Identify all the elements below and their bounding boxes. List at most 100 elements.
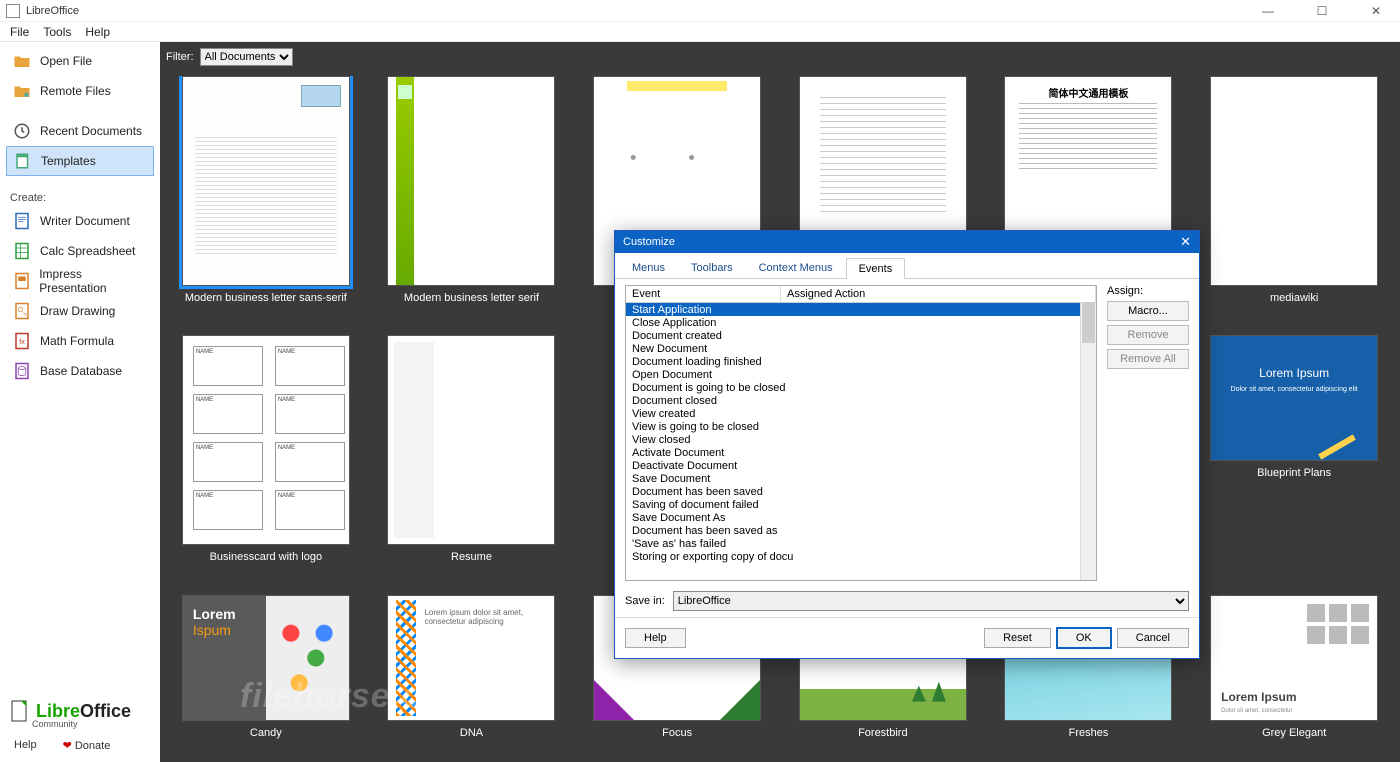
sidebar-item-label: Base Database [40, 364, 122, 378]
event-row[interactable]: Storing or exporting copy of docu [626, 550, 1080, 563]
event-row[interactable]: Save Document [626, 472, 1080, 485]
template-thumb: Lorem IpsumDolor sit amet, consectetur [1210, 595, 1378, 721]
sidebar-base[interactable]: Base Database [6, 356, 154, 386]
dialog-titlebar[interactable]: Customize ✕ [615, 231, 1199, 253]
assign-label: Assign: [1107, 285, 1189, 297]
filter-select[interactable]: All Documents [200, 48, 293, 66]
menu-help[interactable]: Help [85, 25, 110, 39]
help-button[interactable]: Help [625, 628, 686, 648]
event-row[interactable]: Saving of document failed [626, 498, 1080, 511]
sidebar-item-label: Calc Spreadsheet [40, 244, 135, 258]
window-controls: — ☐ ✕ [1250, 4, 1394, 18]
template-item[interactable]: Modern business letter sans-serif [176, 76, 356, 317]
save-in-label: Save in: [625, 595, 665, 607]
col-event[interactable]: Event [626, 286, 781, 302]
event-row[interactable]: 'Save as' has failed [626, 537, 1080, 550]
filter-label: Filter: [166, 51, 194, 63]
template-caption: Blueprint Plans [1257, 467, 1331, 479]
template-caption: Grey Elegant [1262, 727, 1326, 739]
create-label: Create: [6, 186, 154, 206]
template-thumb: LoremIspum [182, 595, 350, 721]
sidebar-item-label: Writer Document [40, 214, 130, 228]
sidebar: Open File Remote Files Recent Documents … [0, 42, 160, 762]
event-row[interactable]: Document closed [626, 394, 1080, 407]
heart-icon: ❤ [63, 740, 72, 752]
menu-file[interactable]: File [10, 25, 29, 39]
writer-icon [12, 211, 32, 231]
macro-button[interactable]: Macro... [1107, 301, 1189, 321]
events-table: Event Assigned Action Start ApplicationC… [625, 285, 1097, 581]
event-row[interactable]: Document loading finished [626, 355, 1080, 368]
titlebar: LibreOffice — ☐ ✕ [0, 0, 1400, 22]
dialog-title: Customize [623, 236, 675, 248]
event-row[interactable]: New Document [626, 342, 1080, 355]
event-row[interactable]: Document is going to be closed [626, 381, 1080, 394]
template-thumb: Lorem ipsum dolor sit amet, consectetur … [387, 595, 555, 721]
event-row[interactable]: Activate Document [626, 446, 1080, 459]
remove-button[interactable]: Remove [1107, 325, 1189, 345]
sidebar-math[interactable]: fx Math Formula [6, 326, 154, 356]
sidebar-open-file[interactable]: Open File [6, 46, 154, 76]
event-row[interactable]: Document created [626, 329, 1080, 342]
tab-events[interactable]: Events [846, 258, 906, 279]
sidebar-draw[interactable]: Draw Drawing [6, 296, 154, 326]
sidebar-item-label: Impress Presentation [39, 267, 148, 295]
event-row[interactable]: Close Application [626, 316, 1080, 329]
cancel-button[interactable]: Cancel [1117, 628, 1189, 648]
brand-prefix: Libre [36, 701, 80, 721]
template-caption: Modern business letter sans-serif [185, 292, 347, 304]
menubar: File Tools Help [0, 22, 1400, 42]
events-list[interactable]: Start ApplicationClose ApplicationDocume… [626, 303, 1080, 580]
event-row[interactable]: Document has been saved [626, 485, 1080, 498]
event-row[interactable]: Open Document [626, 368, 1080, 381]
event-row[interactable]: Deactivate Document [626, 459, 1080, 472]
ok-button[interactable]: OK [1057, 628, 1111, 648]
sidebar-item-label: Draw Drawing [40, 304, 115, 318]
save-in-select[interactable]: LibreOffice [673, 591, 1189, 611]
sidebar-remote-files[interactable]: Remote Files [6, 76, 154, 106]
template-thumb [182, 76, 350, 286]
template-caption: Modern business letter serif [404, 292, 539, 304]
template-item[interactable]: Modern business letter serif [382, 76, 562, 317]
template-item[interactable]: NAMENAMENAMENAMENAMENAMENAMENAMEBusiness… [176, 335, 356, 576]
template-item[interactable]: Lorem IpsumDolor sit amet, consectetur Gr… [1204, 595, 1384, 752]
event-row[interactable]: Start Application [626, 303, 1080, 316]
calc-icon [12, 241, 32, 261]
event-row[interactable]: View closed [626, 433, 1080, 446]
scrollbar[interactable] [1080, 303, 1096, 580]
remove-all-button[interactable]: Remove All [1107, 349, 1189, 369]
template-item[interactable]: LoremIspumCandy [176, 595, 356, 752]
help-link[interactable]: Help [14, 739, 37, 752]
template-thumb [387, 76, 555, 286]
sidebar-recent-documents[interactable]: Recent Documents [6, 116, 154, 146]
template-thumb [1210, 76, 1378, 286]
tab-context-menus[interactable]: Context Menus [746, 257, 846, 278]
event-row[interactable]: Document has been saved as [626, 524, 1080, 537]
event-row[interactable]: View is going to be closed [626, 420, 1080, 433]
maximize-button[interactable]: ☐ [1304, 4, 1340, 18]
close-button[interactable]: ✕ [1358, 4, 1394, 18]
event-row[interactable]: View created [626, 407, 1080, 420]
sidebar-item-label: Remote Files [40, 84, 111, 98]
sidebar-templates[interactable]: Templates [6, 146, 154, 176]
template-item[interactable]: Lorem ipsum dolor sit amet, consectetur … [382, 595, 562, 752]
template-item[interactable]: Lorem IpsumDolor sit amet, consectetur a… [1204, 335, 1384, 576]
tab-menus[interactable]: Menus [619, 257, 678, 278]
sidebar-calc[interactable]: Calc Spreadsheet [6, 236, 154, 266]
tab-toolbars[interactable]: Toolbars [678, 257, 746, 278]
template-item[interactable]: Resume [382, 335, 562, 576]
col-action[interactable]: Assigned Action [781, 286, 1096, 302]
dialog-close-icon[interactable]: ✕ [1180, 234, 1191, 250]
reset-button[interactable]: Reset [984, 628, 1051, 648]
menu-tools[interactable]: Tools [43, 25, 71, 39]
sidebar-impress[interactable]: Impress Presentation [6, 266, 154, 296]
sidebar-writer[interactable]: Writer Document [6, 206, 154, 236]
assign-panel: Assign: Macro... Remove Remove All [1107, 285, 1189, 581]
event-row[interactable]: Save Document As [626, 511, 1080, 524]
template-item[interactable]: mediawiki [1204, 76, 1384, 317]
draw-icon [12, 301, 32, 321]
donate-link[interactable]: ❤Donate [63, 739, 111, 752]
minimize-button[interactable]: — [1250, 4, 1286, 18]
sidebar-item-label: Open File [40, 54, 92, 68]
dialog-tabs: Menus Toolbars Context Menus Events [615, 253, 1199, 279]
